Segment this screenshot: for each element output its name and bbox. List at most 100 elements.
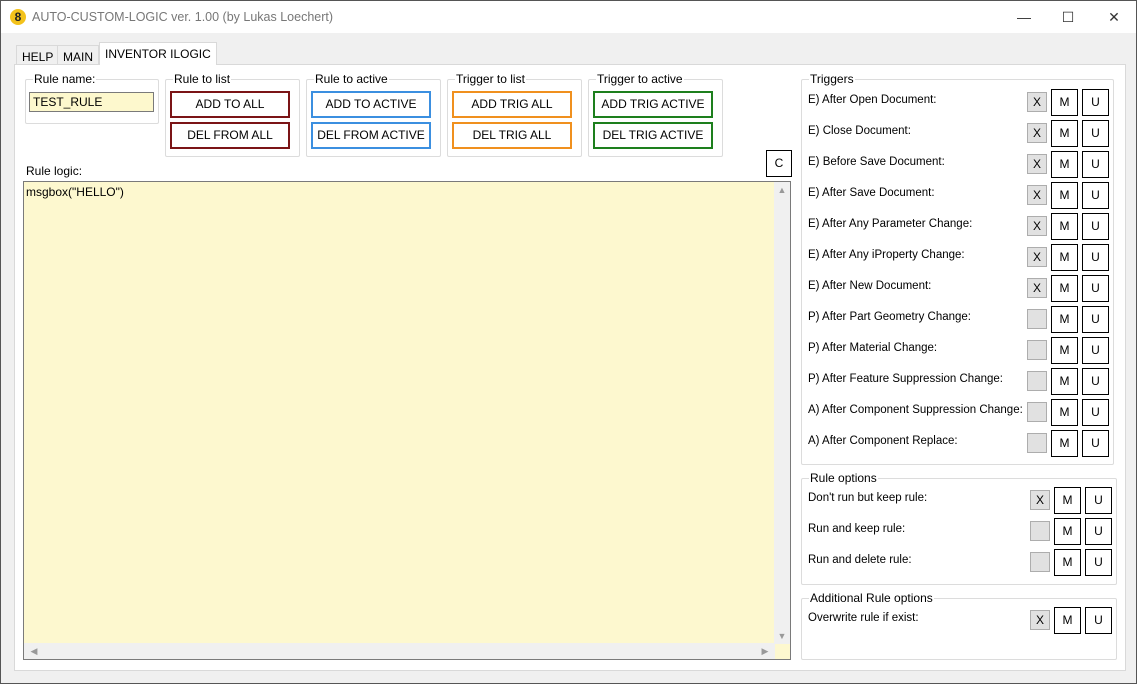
rule-to-active-label: Rule to active (314, 72, 389, 86)
option-label: E) Before Save Document: (808, 156, 945, 168)
tab-help[interactable]: HELP (16, 45, 60, 65)
scroll-left-icon[interactable]: ◀ (26, 646, 42, 657)
horizontal-scrollbar[interactable]: ◀ ▶ (24, 643, 775, 659)
m-button[interactable]: M (1051, 306, 1078, 333)
option-checkbox[interactable]: X (1030, 610, 1050, 630)
option-checkbox[interactable] (1030, 552, 1050, 572)
option-checkbox[interactable]: X (1027, 123, 1047, 143)
minimize-button[interactable]: — (1014, 7, 1034, 27)
trigger-to-list-group: Trigger to list ADD TRIG ALL DEL TRIG AL… (447, 72, 582, 157)
option-row: E) After Save Document: X M U (802, 179, 1113, 210)
option-checkbox[interactable]: X (1027, 92, 1047, 112)
m-button[interactable]: M (1051, 368, 1078, 395)
rule-logic-label: Rule logic: (26, 164, 83, 178)
tab-inventor-ilogic[interactable]: INVENTOR ILOGIC (99, 42, 217, 65)
del-trig-active-button[interactable]: DEL TRIG ACTIVE (593, 122, 713, 149)
option-label: P) After Part Geometry Change: (808, 311, 971, 323)
rule-options-group: Rule options Don't run but keep rule: X M U… (801, 471, 1117, 585)
u-button[interactable]: U (1082, 244, 1109, 271)
u-button[interactable]: U (1082, 430, 1109, 457)
option-checkbox[interactable]: X (1027, 216, 1047, 236)
close-button[interactable]: ✕ (1104, 7, 1124, 27)
scroll-down-icon[interactable]: ▼ (774, 631, 790, 641)
option-checkbox[interactable]: X (1030, 490, 1050, 510)
option-row: P) After Feature Suppression Change: M U (802, 365, 1113, 396)
triggers-group: Triggers E) After Open Document: X M U E) Cl… (801, 72, 1114, 465)
m-button[interactable]: M (1051, 399, 1078, 426)
option-label: P) After Feature Suppression Change: (808, 373, 1003, 385)
option-checkbox[interactable]: X (1027, 154, 1047, 174)
scroll-right-icon[interactable]: ▶ (757, 646, 773, 657)
option-checkbox[interactable]: X (1027, 247, 1047, 267)
m-button[interactable]: M (1054, 549, 1081, 576)
additional-options-label: Additional Rule options (809, 591, 934, 605)
option-label: E) After Save Document: (808, 187, 935, 199)
option-label: A) After Component Replace: (808, 435, 958, 447)
m-button[interactable]: M (1054, 487, 1081, 514)
option-checkbox[interactable] (1030, 521, 1050, 541)
scroll-up-icon[interactable]: ▲ (774, 185, 790, 195)
option-row: E) After Open Document: X M U (802, 86, 1113, 117)
u-button[interactable]: U (1082, 120, 1109, 147)
m-button[interactable]: M (1051, 89, 1078, 116)
m-button[interactable]: M (1051, 151, 1078, 178)
u-button[interactable]: U (1082, 306, 1109, 333)
u-button[interactable]: U (1082, 399, 1109, 426)
rule-logic-code: msgbox("HELLO") (26, 185, 124, 199)
maximize-button[interactable]: ☐ (1058, 7, 1078, 27)
clear-button[interactable]: C (766, 150, 792, 177)
u-button[interactable]: U (1082, 275, 1109, 302)
m-button[interactable]: M (1051, 182, 1078, 209)
option-row: Run and delete rule: M U (802, 546, 1116, 577)
window-title: AUTO-CUSTOM-LOGIC ver. 1.00 (by Lukas Lo… (32, 10, 334, 24)
m-button[interactable]: M (1054, 518, 1081, 545)
option-label: Run and delete rule: (808, 554, 912, 566)
option-checkbox[interactable] (1027, 371, 1047, 391)
u-button[interactable]: U (1082, 151, 1109, 178)
m-button[interactable]: M (1054, 607, 1081, 634)
option-checkbox[interactable] (1027, 340, 1047, 360)
u-button[interactable]: U (1085, 518, 1112, 545)
option-checkbox[interactable]: X (1027, 278, 1047, 298)
option-checkbox[interactable] (1027, 433, 1047, 453)
rule-name-input[interactable] (29, 92, 154, 112)
add-trig-active-button[interactable]: ADD TRIG ACTIVE (593, 91, 713, 118)
u-button[interactable]: U (1082, 89, 1109, 116)
m-button[interactable]: M (1051, 120, 1078, 147)
del-from-all-button[interactable]: DEL FROM ALL (170, 122, 290, 149)
u-button[interactable]: U (1085, 549, 1112, 576)
rule-options-label: Rule options (809, 471, 878, 485)
option-row: E) After New Document: X M U (802, 272, 1113, 303)
option-row: Don't run but keep rule: X M U (802, 484, 1116, 515)
option-checkbox[interactable] (1027, 309, 1047, 329)
tab-main[interactable]: MAIN (57, 45, 99, 65)
u-button[interactable]: U (1082, 337, 1109, 364)
option-label: E) After Open Document: (808, 94, 937, 106)
del-from-active-button[interactable]: DEL FROM ACTIVE (311, 122, 431, 149)
u-button[interactable]: U (1082, 182, 1109, 209)
add-to-active-button[interactable]: ADD TO ACTIVE (311, 91, 431, 118)
trigger-to-active-label: Trigger to active (596, 72, 684, 86)
u-button[interactable]: U (1082, 368, 1109, 395)
u-button[interactable]: U (1085, 487, 1112, 514)
m-button[interactable]: M (1051, 244, 1078, 271)
m-button[interactable]: M (1051, 275, 1078, 302)
option-row: Overwrite rule if exist: X M U (802, 604, 1116, 635)
u-button[interactable]: U (1085, 607, 1112, 634)
vertical-scrollbar[interactable]: ▲ ▼ (774, 182, 790, 644)
option-row: A) After Component Suppression Change: M U (802, 396, 1113, 427)
triggers-label: Triggers (809, 72, 855, 86)
add-trig-all-button[interactable]: ADD TRIG ALL (452, 91, 572, 118)
additional-rule-options-group: Additional Rule options Overwrite rule i… (801, 591, 1117, 660)
option-checkbox[interactable] (1027, 402, 1047, 422)
u-button[interactable]: U (1082, 213, 1109, 240)
option-checkbox[interactable]: X (1027, 185, 1047, 205)
m-button[interactable]: M (1051, 337, 1078, 364)
option-label: E) After Any iProperty Change: (808, 249, 965, 261)
title-bar: 8 AUTO-CUSTOM-LOGIC ver. 1.00 (by Lukas … (1, 1, 1136, 33)
del-trig-all-button[interactable]: DEL TRIG ALL (452, 122, 572, 149)
m-button[interactable]: M (1051, 213, 1078, 240)
m-button[interactable]: M (1051, 430, 1078, 457)
rule-logic-editor[interactable]: msgbox("HELLO") ▲ ▼ ◀ ▶ (23, 181, 791, 660)
add-to-all-button[interactable]: ADD TO ALL (170, 91, 290, 118)
